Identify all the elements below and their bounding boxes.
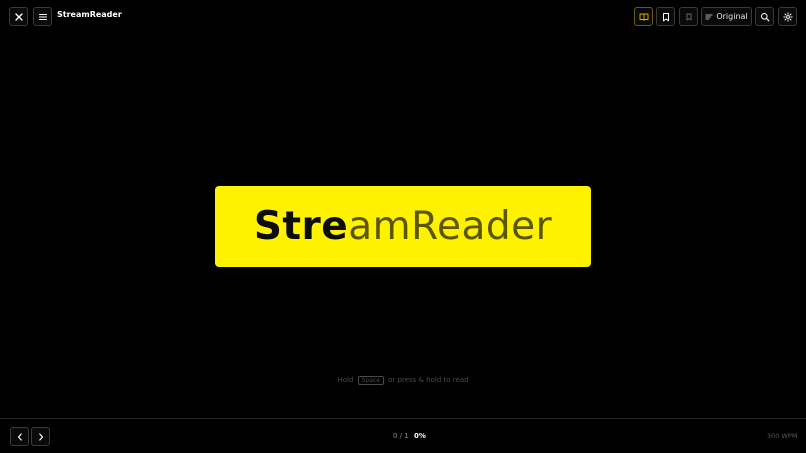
text-mode-dropdown[interactable]: Original bbox=[701, 7, 752, 26]
previous-button[interactable] bbox=[10, 427, 29, 446]
wpm-indicator[interactable]: 300 WPM bbox=[767, 432, 797, 440]
search-button[interactable] bbox=[755, 7, 774, 26]
hint-suffix: or press & hold to read bbox=[388, 376, 469, 384]
chevron-right-icon bbox=[38, 432, 43, 441]
word-position: 0 / 1 bbox=[393, 432, 409, 440]
bookmark-icon bbox=[662, 12, 669, 21]
bookmark-button[interactable] bbox=[656, 7, 675, 26]
app-title: StreamReader bbox=[57, 10, 122, 19]
progress-percent: 0% bbox=[414, 432, 426, 440]
text-mode-label: Original bbox=[716, 12, 748, 21]
settings-button[interactable] bbox=[778, 7, 797, 26]
book-icon bbox=[639, 13, 648, 21]
bookmark-outline-icon bbox=[686, 13, 691, 20]
reading-hint: Hold Space or press & hold to read bbox=[0, 376, 806, 385]
menu-button[interactable] bbox=[33, 7, 52, 26]
gear-icon bbox=[782, 11, 793, 22]
top-bar: StreamReader Original bbox=[0, 0, 806, 33]
word-rest-part: amReader bbox=[348, 204, 553, 249]
hint-prefix: Hold bbox=[337, 376, 354, 384]
menu-icon bbox=[38, 13, 47, 20]
close-icon bbox=[14, 12, 23, 21]
bookmarks-list-button[interactable] bbox=[679, 7, 698, 26]
search-icon bbox=[760, 12, 769, 21]
chevron-left-icon bbox=[17, 432, 22, 441]
reader-word-display: StreamReader bbox=[215, 186, 591, 267]
space-key-badge: Space bbox=[357, 376, 384, 385]
next-button[interactable] bbox=[31, 427, 50, 446]
reader-mode-button[interactable] bbox=[634, 7, 653, 26]
close-button[interactable] bbox=[9, 7, 28, 26]
current-word: StreamReader bbox=[254, 204, 552, 249]
word-focus-part: Stre bbox=[253, 204, 349, 249]
lines-icon bbox=[705, 14, 713, 19]
